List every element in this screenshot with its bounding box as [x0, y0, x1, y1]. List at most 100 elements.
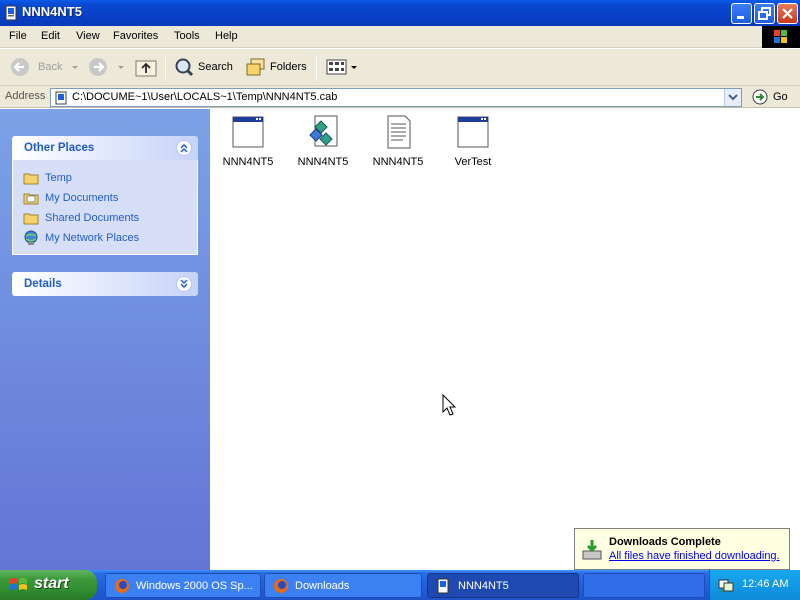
firefox-icon [115, 578, 129, 593]
details-panel: Details [12, 272, 198, 296]
other-places-panel: Other Places Temp My Documents Shared Do… [12, 136, 198, 255]
chevron-down-icon [72, 66, 79, 69]
menu-bar: File Edit View Favorites Tools Help [0, 26, 800, 48]
place-shared-documents[interactable]: Shared Documents [23, 208, 197, 228]
toolbar-separator [316, 55, 317, 81]
task-label: NNN4NT5 [458, 579, 509, 592]
menu-help[interactable]: Help [215, 30, 238, 42]
chevron-down-icon [118, 66, 124, 69]
file-name: NNN4NT5 [222, 156, 274, 168]
title-bar[interactable]: NNN4NT5 [0, 0, 800, 26]
forward-button[interactable] [88, 55, 126, 79]
close-icon [782, 8, 793, 19]
start-label: start [34, 575, 69, 592]
task-windows-2000-os[interactable]: Windows 2000 OS Sp... [105, 573, 261, 598]
file-item[interactable]: VerTest [438, 115, 508, 168]
menu-edit[interactable]: Edit [41, 30, 60, 42]
place-my-network-places[interactable]: My Network Places [23, 228, 197, 248]
clock[interactable]: 12:46 AM [742, 578, 788, 590]
folders-label: Folders [270, 61, 307, 73]
network-tray-icon[interactable] [718, 577, 734, 593]
file-item[interactable]: NNN4NT5 [213, 115, 283, 168]
back-label: Back [38, 61, 63, 73]
place-label: My Network Places [45, 232, 140, 244]
notification-title: Downloads Complete [609, 536, 721, 548]
search-button[interactable]: Search [174, 55, 233, 79]
task-pane: Other Places Temp My Documents Shared Do… [0, 109, 210, 570]
place-my-documents[interactable]: My Documents [23, 188, 197, 208]
mouse-cursor-icon [442, 394, 457, 416]
search-label: Search [198, 61, 233, 73]
address-input[interactable]: C:\DOCUME~1\User\LOCALS~1\Temp\NNN4NT5.c… [50, 88, 742, 107]
folders-icon [246, 58, 265, 76]
other-places-title: Other Places [24, 142, 95, 154]
file-view[interactable]: NNN4NT5 NNN4NT5 NNN4NT5 VerTest [210, 109, 800, 570]
text-document-icon [387, 115, 411, 149]
my-documents-icon [23, 193, 39, 205]
folder-icon [23, 213, 39, 225]
menu-tools[interactable]: Tools [174, 30, 200, 42]
folder-up-icon [135, 60, 157, 77]
notification-link[interactable]: All files have finished downloading. [609, 550, 780, 562]
go-arrow-icon [752, 89, 768, 105]
taskbar: start Windows 2000 OS Sp... Downloads NN… [0, 570, 800, 600]
file-name: VerTest [454, 156, 492, 168]
folder-icon [23, 173, 39, 185]
application-icon [232, 116, 264, 148]
views-icon [326, 59, 347, 75]
windows-logo-icon [774, 30, 787, 43]
place-label: Shared Documents [45, 212, 140, 224]
file-item[interactable]: NNN4NT5 [363, 115, 433, 168]
explorer-icon [437, 578, 449, 593]
forward-arrow-icon [89, 58, 107, 76]
task-empty-slot [583, 573, 705, 598]
go-label: Go [773, 91, 788, 103]
address-label: Address [5, 90, 46, 102]
window-app-icon[interactable] [5, 5, 19, 21]
menu-view[interactable]: View [76, 30, 100, 42]
setup-package-icon [309, 115, 338, 147]
restore-button[interactable] [754, 3, 775, 24]
menu-favorites[interactable]: Favorites [113, 30, 158, 42]
windows-logo-box [762, 26, 800, 48]
views-button[interactable] [326, 55, 358, 79]
search-icon [175, 58, 194, 77]
other-places-list: Temp My Documents Shared Documents My Ne… [12, 160, 198, 255]
back-arrow-icon [11, 58, 29, 76]
start-button[interactable]: start [0, 570, 97, 600]
back-button[interactable]: Back [10, 55, 80, 79]
file-name: NNN4NT5 [372, 156, 424, 168]
application-icon [457, 116, 489, 148]
folders-button[interactable]: Folders [246, 55, 307, 79]
toolbar: Back Search Folders [0, 49, 800, 86]
task-label: Downloads [295, 579, 350, 592]
system-tray: 12:46 AM [709, 570, 800, 600]
file-item[interactable]: NNN4NT5 [288, 115, 358, 168]
details-header[interactable]: Details [12, 272, 198, 296]
network-places-icon [24, 230, 38, 245]
downloads-notification[interactable]: Downloads Complete All files have finish… [574, 528, 790, 570]
details-title: Details [24, 278, 62, 290]
place-label: My Documents [45, 192, 119, 204]
up-folder-button[interactable] [135, 55, 157, 79]
address-dropdown-button[interactable] [724, 89, 741, 106]
chevron-down-icon [728, 94, 738, 101]
address-bar: Address C:\DOCUME~1\User\LOCALS~1\Temp\N… [0, 86, 800, 108]
address-value: C:\DOCUME~1\User\LOCALS~1\Temp\NNN4NT5.c… [72, 91, 338, 103]
task-nnn4nt5[interactable]: NNN4NT5 [427, 573, 579, 598]
download-complete-icon [582, 540, 602, 560]
other-places-header[interactable]: Other Places [12, 136, 198, 160]
task-label: Windows 2000 OS Sp... [136, 579, 253, 592]
go-button[interactable]: Go [752, 89, 788, 105]
close-button[interactable] [777, 3, 798, 24]
double-chevron-up-icon [180, 143, 188, 153]
window-title: NNN4NT5 [22, 4, 82, 19]
place-temp[interactable]: Temp [23, 168, 197, 188]
minimize-button[interactable] [731, 3, 752, 24]
collapse-button[interactable] [176, 140, 192, 156]
double-chevron-down-icon [180, 279, 188, 289]
menu-file[interactable]: File [9, 30, 27, 42]
task-downloads[interactable]: Downloads [264, 573, 422, 598]
cab-file-icon [55, 91, 67, 105]
expand-button[interactable] [176, 276, 192, 292]
